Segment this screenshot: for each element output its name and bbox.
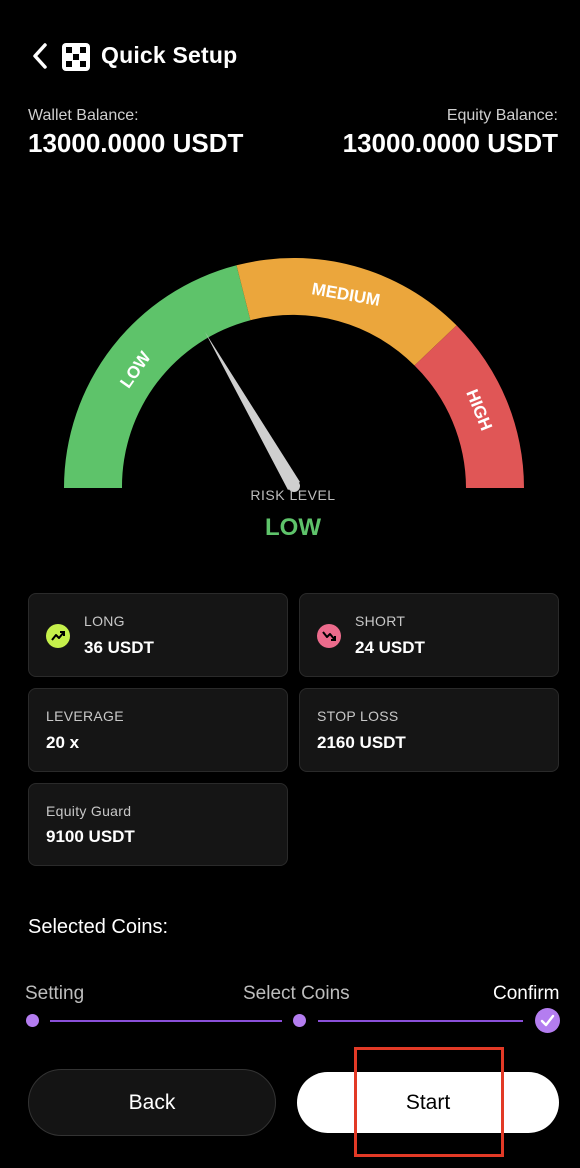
short-label: SHORT [355,613,406,629]
step-label-setting: Setting [25,983,85,1004]
risk-level-label: RISK LEVEL [250,487,336,503]
long-label: LONG [84,613,125,629]
leverage-label: LEVERAGE [46,708,124,724]
step-label-select-coins: Select Coins [243,983,350,1004]
wallet-balance-value: 13000.0000 USDT [28,128,244,158]
short-value: 24 USDT [355,638,425,657]
short-card: SHORT 24 USDT [299,593,559,677]
risk-level-value: LOW [265,514,321,541]
leverage-card: LEVERAGE 20 x [28,688,288,772]
gauge-segment-low [64,265,251,488]
step-label-confirm: Confirm [493,983,560,1004]
step-dot-setting [26,1014,39,1027]
chevron-left-icon[interactable] [28,40,52,74]
gauge-needle [205,332,300,490]
trend-down-icon [317,624,341,648]
equity-guard-label: Equity Guard [46,803,132,819]
selected-coins-title: Selected Coins: [28,916,169,938]
step-connector [318,1020,523,1022]
long-value: 36 USDT [84,638,154,657]
equity-guard-card: Equity Guard 9100 USDT [28,783,288,866]
page-title: Quick Setup [101,42,238,68]
stop-loss-value: 2160 USDT [317,733,406,752]
step-connector [50,1020,282,1022]
start-button[interactable]: Start [297,1072,559,1133]
step-check-icon [535,1008,560,1033]
step-dot-select-coins [293,1014,306,1027]
back-button[interactable]: Back [28,1069,276,1136]
trend-up-icon [46,624,70,648]
risk-gauge: LOW MEDIUM HIGH [64,258,524,492]
app-logo-icon [62,43,90,71]
equity-guard-value: 9100 USDT [46,827,135,846]
equity-balance-value: 13000.0000 USDT [342,128,558,158]
equity-balance-label: Equity Balance: [446,107,558,124]
stop-loss-card: STOP LOSS 2160 USDT [299,688,559,772]
leverage-value: 20 x [46,733,80,752]
gauge-segment-medium [236,258,457,366]
wallet-balance-label: Wallet Balance: [28,107,139,124]
long-card: LONG 36 USDT [28,593,288,677]
stop-loss-label: STOP LOSS [317,708,399,724]
